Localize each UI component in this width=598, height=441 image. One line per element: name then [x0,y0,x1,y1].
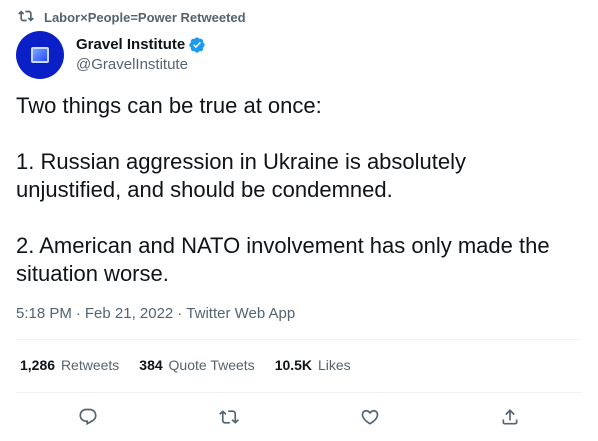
retweets-count: 1,286 [20,357,56,373]
like-icon [361,409,379,425]
author-handle[interactable]: @GravelInstitute [76,55,206,75]
meta-separator: · [75,305,81,322]
share-button[interactable] [496,403,524,431]
quotes-label: Quote Tweets [168,357,255,373]
likes-label: Likes [317,357,351,373]
likes-stat[interactable]: 10.5K Likes [275,357,351,373]
retweets-label: Retweets [60,357,120,373]
tweet-line: Two things can be true at once: [16,93,322,118]
author-name-row: Gravel Institute [76,35,206,55]
tweet-source[interactable]: Twitter Web App [186,305,295,322]
quotes-count: 384 [139,357,163,373]
verified-badge-icon [188,36,206,54]
reply-button[interactable] [74,403,102,431]
retweet-icon [18,8,34,27]
tweet-actions [0,403,598,431]
quote-tweets-stat[interactable]: 384 Quote Tweets [139,357,254,373]
author-names: Gravel Institute @GravelInstitute [76,35,206,75]
retweets-stat[interactable]: 1,286 Retweets [20,357,119,373]
avatar-logo [31,47,49,63]
retweet-button[interactable] [215,403,243,431]
tweet-meta: 5:18 PM · Feb 21, 2022 · Twitter Web App [16,305,295,322]
reply-icon [79,408,97,426]
tweet-date[interactable]: Feb 21, 2022 [85,305,173,322]
divider [16,339,582,340]
share-icon [502,409,518,425]
tweet-line: situation worse. [16,261,169,286]
retweet-icon [219,410,239,424]
tweet-time[interactable]: 5:18 PM [16,305,72,322]
likes-count: 10.5K [274,357,313,373]
tweet-line: 2. American and NATO involvement has onl… [16,233,550,258]
avatar[interactable] [16,31,64,79]
like-button[interactable] [356,403,384,431]
retweet-context: Labor×People=Power Retweeted [18,8,246,26]
tweet-author: Gravel Institute @GravelInstitute [16,31,206,79]
tweet-stats: 1,286 Retweets 384 Quote Tweets 10.5K Li… [20,357,351,373]
divider [16,392,582,393]
tweet-text: Two things can be true at once: 1. Russi… [16,92,586,288]
tweet-line: 1. Russian aggression in Ukraine is abso… [16,149,467,174]
tweet-line: unjustified, and should be condemned. [16,177,393,202]
meta-separator: · [177,305,183,322]
retweet-context-text[interactable]: Labor×People=Power Retweeted [44,10,246,25]
author-name[interactable]: Gravel Institute [76,35,185,55]
